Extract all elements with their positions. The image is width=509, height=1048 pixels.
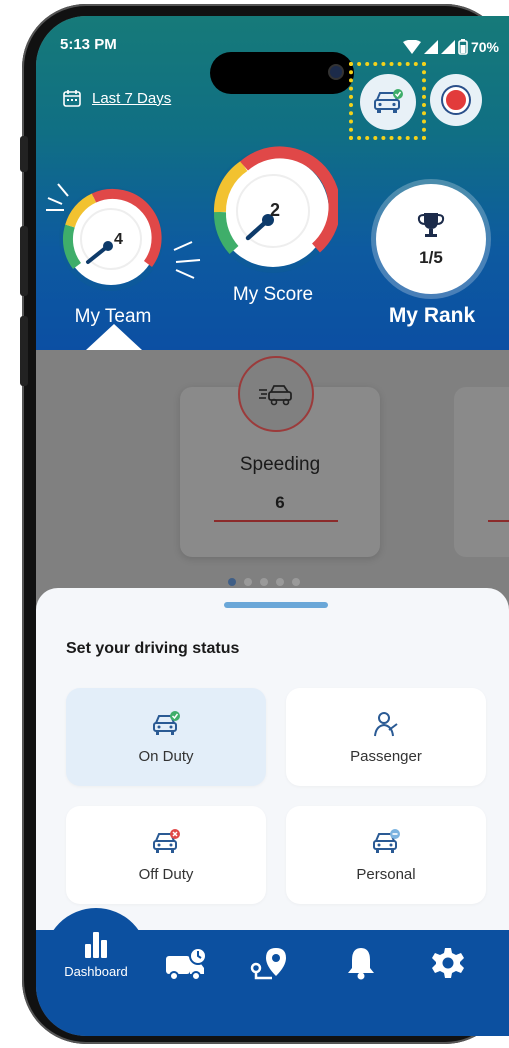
trophy-icon (417, 213, 445, 237)
record-button[interactable] (430, 74, 482, 126)
event-card[interactable] (454, 387, 509, 557)
car-minus-icon (373, 828, 400, 853)
date-filter-label: Last 7 Days (92, 89, 172, 107)
status-icons: 70% (402, 36, 499, 58)
calendar-icon (63, 90, 81, 107)
event-underline (488, 520, 509, 522)
status-option-on-duty[interactable]: On Duty (66, 688, 266, 786)
car-check-icon (153, 710, 180, 735)
event-underline (214, 520, 338, 522)
battery-percent: 70% (470, 39, 499, 55)
status-option-label: Off Duty (138, 865, 194, 883)
my-rank-badge[interactable]: 1/5 (376, 184, 486, 294)
page-dot[interactable] (260, 578, 268, 586)
nav-dashboard[interactable]: Dashboard (54, 930, 138, 979)
page-dot[interactable] (228, 578, 236, 586)
nav-notifications[interactable] (346, 946, 376, 980)
score-gauge-dial: 2 (211, 146, 341, 273)
app-screen: 5:13 PM 70% Last 7 Days 4 My Team 2 My S… (36, 16, 509, 1036)
camera-lens (328, 64, 344, 80)
status-option-label: On Duty (138, 747, 194, 765)
status-option-label: Personal (356, 865, 416, 883)
phone-side-button (20, 136, 28, 172)
passenger-icon (374, 711, 398, 736)
event-name: Speeding (239, 454, 321, 475)
phone-side-button (20, 226, 28, 296)
event-count: 6 (275, 493, 285, 512)
car-x-icon (153, 828, 180, 853)
highlight-box (349, 62, 426, 140)
status-option-passenger[interactable]: Passenger (286, 688, 486, 786)
gear-icon (432, 948, 464, 978)
status-time: 5:13 PM (60, 36, 117, 53)
map-pin-route-icon (250, 948, 286, 980)
sheet-drag-handle[interactable] (224, 602, 328, 608)
record-icon (443, 87, 469, 113)
page-dot[interactable] (244, 578, 252, 586)
active-tab-pointer (86, 324, 142, 350)
sheet-title: Set your driving status (66, 640, 240, 657)
page-dot[interactable] (276, 578, 284, 586)
signal-icon (423, 40, 438, 54)
status-option-label: Passenger (350, 747, 422, 765)
my-rank-label: My Rank (388, 304, 476, 327)
nav-location[interactable] (250, 946, 290, 982)
wifi-icon (402, 40, 421, 54)
camera-notch (210, 52, 354, 94)
truck-clock-icon (166, 947, 207, 981)
my-score-gauge[interactable]: 2 (208, 146, 341, 281)
carousel-pagination[interactable] (228, 578, 300, 586)
date-filter[interactable]: Last 7 Days (62, 88, 171, 108)
speeding-car-icon (259, 385, 292, 406)
bell-icon (348, 948, 374, 980)
my-team-score: 4 (114, 231, 123, 248)
my-score-value: 2 (270, 200, 280, 220)
sparkle-lines-icon (46, 183, 69, 211)
my-rank-value: 1/5 (419, 248, 443, 267)
my-score-label: My Score (232, 284, 314, 305)
status-option-personal[interactable]: Personal (286, 806, 486, 904)
nav-trips[interactable] (164, 946, 210, 982)
sparkle-lines-icon (173, 241, 201, 279)
status-option-off-duty[interactable]: Off Duty (66, 806, 266, 904)
bar-chart-icon (85, 932, 107, 958)
nav-dashboard-label: Dashboard (64, 964, 128, 979)
signal-icon (440, 40, 455, 54)
phone-side-button (20, 316, 28, 386)
battery-icon (458, 39, 468, 55)
page-dot[interactable] (292, 578, 300, 586)
speeding-icon-badge (238, 356, 314, 432)
nav-settings[interactable] (431, 946, 465, 980)
